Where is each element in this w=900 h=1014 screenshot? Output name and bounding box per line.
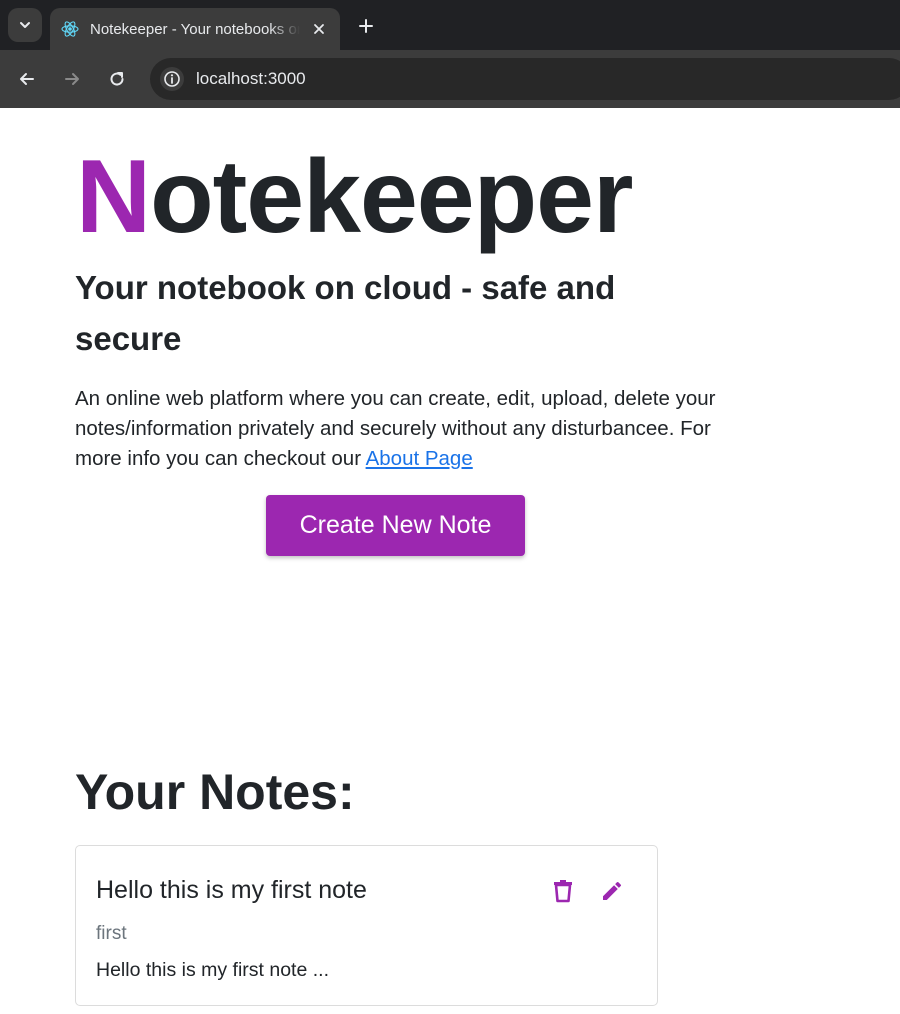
- browser-toolbar: localhost:3000: [0, 50, 900, 108]
- page-description: An online web platform where you can cre…: [75, 384, 755, 474]
- browser-chrome: Notekeeper - Your notebooks on cloud loc…: [0, 0, 900, 108]
- arrow-left-icon: [20, 73, 34, 85]
- tab-search-button[interactable]: [8, 8, 42, 42]
- create-new-note-button[interactable]: Create New Note: [266, 495, 525, 556]
- about-page-link[interactable]: About Page: [366, 447, 473, 470]
- page-content: Notekeeper Your notebook on cloud - safe…: [0, 108, 900, 1014]
- note-tag: first: [96, 923, 127, 944]
- new-tab-button[interactable]: [352, 12, 380, 40]
- pencil-icon[interactable]: [597, 876, 627, 906]
- forward-button[interactable]: [57, 64, 87, 94]
- notes-heading: Your Notes:: [75, 764, 355, 820]
- close-icon[interactable]: [308, 18, 330, 40]
- react-icon: [60, 19, 80, 39]
- plus-icon: [359, 19, 373, 33]
- reload-icon: [110, 72, 124, 86]
- back-button[interactable]: [12, 64, 42, 94]
- trash-icon[interactable]: [548, 876, 578, 906]
- url-text: localhost:3000: [196, 69, 306, 88]
- brand-rest: otekeeper: [150, 139, 633, 255]
- chevron-down-icon: [20, 22, 30, 28]
- reload-button[interactable]: [102, 64, 132, 94]
- tab-strip: Notekeeper - Your notebooks on cloud: [0, 0, 900, 50]
- brand-title: Notekeeper: [76, 138, 633, 258]
- info-icon[interactable]: [160, 67, 184, 91]
- note-title: Hello this is my first note: [96, 876, 367, 904]
- tab-title: Notekeeper - Your notebooks on cloud: [90, 20, 300, 38]
- arrow-right-icon: [65, 73, 79, 85]
- page-subtitle: Your notebook on cloud - safe and secure: [75, 269, 616, 357]
- brand-first-letter: N: [76, 139, 151, 255]
- note-card: Hello this is my first note first Hello …: [75, 845, 658, 1006]
- address-bar[interactable]: localhost:3000: [150, 58, 900, 100]
- note-description: Hello this is my first note ...: [96, 959, 329, 981]
- browser-tab[interactable]: Notekeeper - Your notebooks on cloud: [50, 8, 340, 50]
